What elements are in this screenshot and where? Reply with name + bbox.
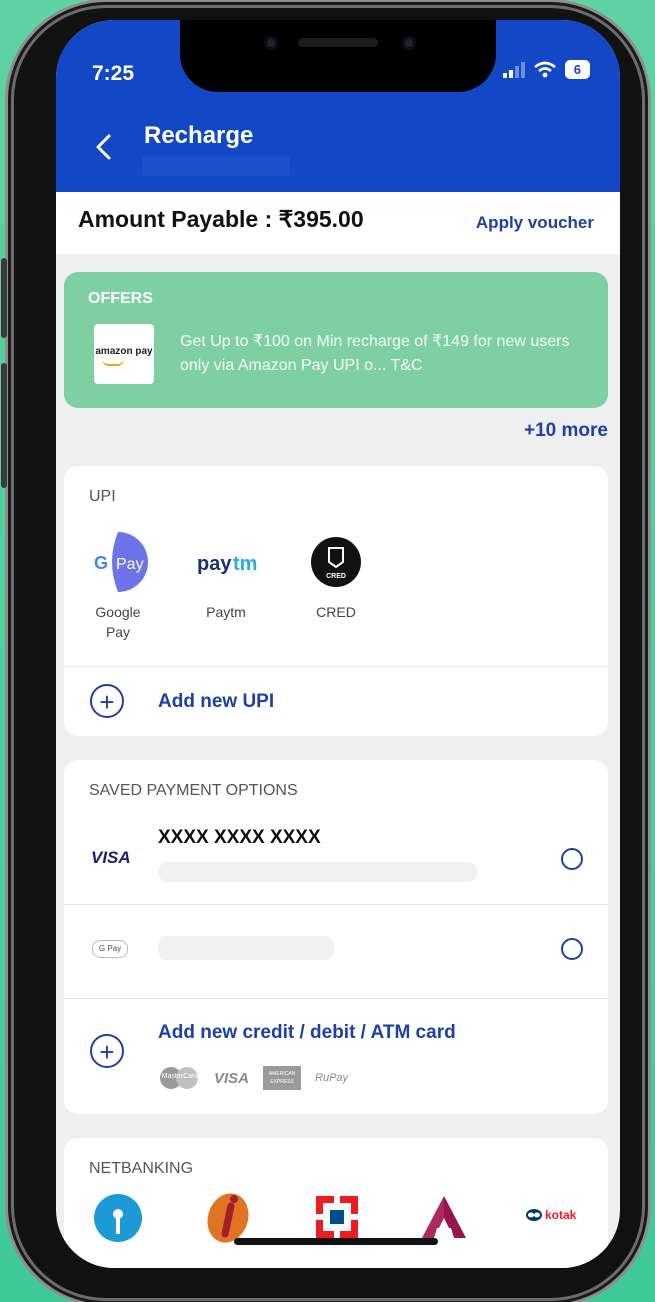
kotak-bank-icon[interactable]: kotak (526, 1208, 576, 1222)
svg-text:CRED: CRED (326, 573, 346, 580)
rupay-logo: RuPay (315, 1072, 349, 1084)
amazon-pay-logo: amazon pay (94, 324, 154, 384)
svg-text:Pay: Pay (116, 556, 144, 573)
gpay-small-logo: G Pay (92, 940, 128, 958)
screen: 7:25 6 Recharge Amount Payable: ₹395.00… (56, 20, 620, 1268)
status-time: 7:25 (92, 62, 135, 85)
mastercard-logo: MasterCard (160, 1067, 200, 1089)
upi-cred[interactable]: CRED CRED (296, 532, 376, 622)
status-icons: 6 (502, 60, 590, 79)
upi-section-title: UPI (89, 488, 116, 505)
saved-option-visa[interactable]: VISA XXXX XXXX XXXX (64, 810, 608, 902)
app-header: 7:25 6 Recharge (56, 20, 620, 192)
offers-banner[interactable]: OFFERS amazon pay Get Up to ₹100 on Min … (64, 272, 608, 408)
upi-divider (64, 666, 608, 667)
visa-card-number: XXXX XXXX XXXX (158, 827, 321, 848)
apply-voucher-link[interactable]: Apply voucher (476, 213, 594, 233)
blurred-upi-id (158, 936, 334, 960)
add-new-card-link[interactable]: Add new credit / debit / ATM card (158, 1022, 456, 1044)
notch (180, 20, 496, 92)
signal-icon (502, 61, 525, 78)
kotak-label: kotak (545, 1208, 577, 1222)
amount-payable: Amount Payable : ₹395.00 (78, 206, 364, 232)
paytm-icon: pay tm (197, 553, 257, 575)
amount-bar: Amount Payable : ₹395.00 Apply voucher (56, 192, 620, 254)
saved-section-title: SAVED PAYMENT OPTIONS (89, 782, 298, 799)
more-offers-link[interactable]: +10 more (524, 420, 608, 442)
page-title: Recharge (144, 122, 254, 149)
visa-radio-button[interactable] (561, 848, 583, 870)
sbi-bank-icon[interactable] (94, 1194, 142, 1242)
svg-text:G: G (94, 553, 108, 573)
svg-text:pay: pay (197, 553, 232, 575)
upi-paytm[interactable]: pay tm Paytm (186, 532, 266, 622)
kotak-infinity-icon (526, 1209, 542, 1221)
cred-label: CRED (316, 604, 356, 620)
netbanking-section: NETBANKING kotak (64, 1138, 608, 1268)
hdfc-bank-icon[interactable] (314, 1194, 360, 1240)
add-upi-plus-icon[interactable]: + (90, 684, 124, 718)
upi-section: UPI G Pay Google Pay pay tm Paytm CRED C… (64, 466, 608, 736)
side-button (1, 388, 7, 488)
cred-icon: CRED (311, 537, 361, 587)
google-pay-icon: G Pay (94, 532, 148, 592)
visa-network-logo: VISA (214, 1069, 250, 1087)
sensor-icon (264, 36, 278, 50)
amazon-smile-icon (102, 359, 124, 366)
battery-icon: 6 (564, 60, 590, 79)
svg-text:tm: tm (233, 553, 257, 575)
blurred-card-details (158, 862, 478, 882)
saved-divider-1 (64, 904, 608, 905)
google-pay-label-line2: Pay (105, 624, 131, 640)
camera-icon (402, 36, 416, 50)
google-pay-label-line1: Google (95, 604, 141, 620)
volume-up-button (1, 258, 7, 338)
saved-option-gpay[interactable]: G Pay (64, 906, 608, 996)
axis-bank-icon[interactable] (420, 1194, 468, 1240)
gpay-radio-button[interactable] (561, 938, 583, 960)
paytm-label: Paytm (206, 604, 246, 620)
upi-google-pay[interactable]: G Pay Google Pay (78, 532, 158, 642)
amex-logo: AMERICAN EXPRESS (263, 1066, 302, 1090)
speaker-grille (298, 38, 378, 47)
icici-bank-icon[interactable] (204, 1188, 252, 1244)
amazon-pay-logo-text: amazon pay (95, 346, 153, 357)
wifi-icon (533, 61, 556, 77)
back-arrow-icon[interactable] (92, 132, 114, 162)
offers-title: OFFERS (88, 290, 153, 307)
netbanking-title: NETBANKING (89, 1160, 194, 1177)
add-card-plus-icon[interactable]: + (90, 1034, 124, 1068)
add-new-upi-link[interactable]: Add new UPI (158, 691, 274, 713)
offer-description: Get Up to ₹100 on Min recharge of ₹149 f… (180, 333, 570, 374)
home-indicator[interactable] (234, 1238, 438, 1245)
visa-logo: VISA (91, 848, 131, 867)
saved-divider-2 (64, 998, 608, 999)
mastercard-logo-text: MasterCard (161, 1073, 199, 1080)
card-network-logos: MasterCard VISA AMERICAN EXPRESS RuPay (160, 1066, 348, 1090)
blurred-subtitle (142, 156, 290, 176)
saved-payment-section: SAVED PAYMENT OPTIONS VISA XXXX XXXX XXX… (64, 760, 608, 1114)
